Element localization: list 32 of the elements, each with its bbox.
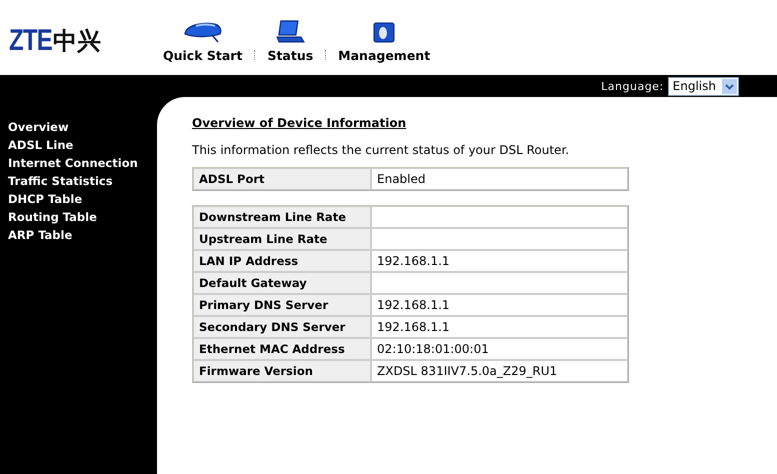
label-cell: Ethernet MAC Address xyxy=(193,338,371,360)
language-label: Language: xyxy=(601,80,664,92)
label-cell: Upstream Line Rate xyxy=(193,228,371,250)
value-cell: Enabled xyxy=(371,168,628,190)
sidebar-link[interactable]: Overview xyxy=(8,118,157,136)
value-cell: 192.168.1.1 xyxy=(371,250,628,272)
value-cell: ZXDSL 831IIV7.5.0a_Z29_RU1 xyxy=(371,360,628,382)
mouse-icon xyxy=(182,20,224,44)
label-cell: LAN IP Address xyxy=(193,250,371,272)
label-cell: ADSL Port xyxy=(193,168,371,190)
logo: ZTE中兴 xyxy=(9,24,102,58)
value-cell: 02:10:18:01:00:01 xyxy=(371,338,628,360)
sidebar-link[interactable]: ARP Table xyxy=(8,226,157,244)
sidebar-link[interactable]: ADSL Line xyxy=(8,136,157,154)
label-cell: Firmware Version xyxy=(193,360,371,382)
page-title: Overview of Device Information xyxy=(192,116,408,130)
nav-link[interactable]: Status xyxy=(267,20,314,63)
label-cell: Downstream Line Rate xyxy=(193,206,371,228)
value-cell: 192.168.1.1 xyxy=(371,294,628,316)
sidebar-link[interactable]: DHCP Table xyxy=(8,190,157,208)
value-cell: 192.168.1.1 xyxy=(371,316,628,338)
nav-link[interactable]: Quick Start xyxy=(163,20,242,63)
intro-text: This information reflects the current status of your DSL Router. xyxy=(192,143,570,157)
laptop-icon xyxy=(275,20,306,44)
sidebar-link[interactable]: Routing Table xyxy=(8,208,157,226)
nav-link[interactable]: Management xyxy=(338,20,430,63)
label-cell: Secondary DNS Server xyxy=(193,316,371,338)
sidebar-link[interactable]: Internet Connection xyxy=(8,154,157,172)
label-cell: Default Gateway xyxy=(193,272,371,294)
sidebar-link[interactable]: Traffic Statistics xyxy=(8,172,157,190)
language-select[interactable]: English xyxy=(668,76,739,96)
label-cell: Primary DNS Server xyxy=(193,294,371,316)
